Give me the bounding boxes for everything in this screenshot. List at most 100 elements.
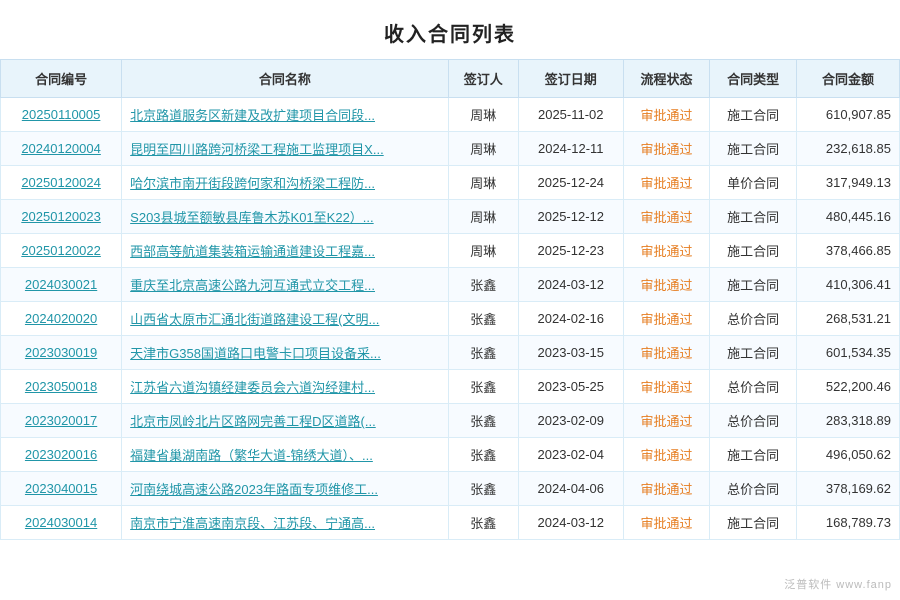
contract-status-cell: 审批通过 [623,132,710,166]
contract-amount-cell: 378,466.85 [796,234,899,268]
contract-signer-cell: 张鑫 [448,506,518,540]
table-row: 20250120023S203县城至额敏县库鲁木苏K01至K22）...周琳20… [1,200,900,234]
table-body: 20250110005北京路道服务区新建及改扩建项目合同段...周琳2025-1… [1,98,900,540]
contract-signer-cell: 张鑫 [448,472,518,506]
col-header-date: 签订日期 [518,60,623,98]
contract-signer-cell: 张鑫 [448,302,518,336]
contract-signer-cell: 周琳 [448,132,518,166]
col-header-type: 合同类型 [710,60,797,98]
contract-type-cell: 施工合同 [710,234,797,268]
contract-type-cell: 施工合同 [710,506,797,540]
col-header-signer: 签订人 [448,60,518,98]
contract-id-cell[interactable]: 2024020020 [1,302,122,336]
contract-date-cell: 2024-02-16 [518,302,623,336]
contract-id-cell[interactable]: 2023040015 [1,472,122,506]
table-row: 2023030019天津市G358国道路口电警卡口项目设备采...张鑫2023-… [1,336,900,370]
contract-name-cell[interactable]: 福建省巢湖南路（繁华大道-锦绣大道）、... [122,438,448,472]
contract-type-cell: 施工合同 [710,98,797,132]
contract-name-cell[interactable]: 西部高等航道集装箱运输通道建设工程嘉... [122,234,448,268]
contract-name-cell[interactable]: 昆明至四川路跨河桥梁工程施工监理项目X... [122,132,448,166]
table-row: 2023020016福建省巢湖南路（繁华大道-锦绣大道）、...张鑫2023-0… [1,438,900,472]
contract-name-cell[interactable]: S203县城至额敏县库鲁木苏K01至K22）... [122,200,448,234]
contract-date-cell: 2023-02-04 [518,438,623,472]
contract-id-cell[interactable]: 20250120022 [1,234,122,268]
contract-date-cell: 2025-11-02 [518,98,623,132]
contract-date-cell: 2024-03-12 [518,506,623,540]
contract-signer-cell: 张鑫 [448,438,518,472]
contract-name-cell[interactable]: 山西省太原市汇通北街道路建设工程(文明... [122,302,448,336]
contract-signer-cell: 张鑫 [448,404,518,438]
contract-id-cell[interactable]: 2023020017 [1,404,122,438]
contract-name-cell[interactable]: 江苏省六道沟镇经建委员会六道沟经建村... [122,370,448,404]
contract-status-cell: 审批通过 [623,336,710,370]
header-row: 合同编号 合同名称 签订人 签订日期 流程状态 合同类型 合同金额 [1,60,900,98]
contract-name-cell[interactable]: 天津市G358国道路口电警卡口项目设备采... [122,336,448,370]
contract-status-cell: 审批通过 [623,166,710,200]
table-row: 20250110005北京路道服务区新建及改扩建项目合同段...周琳2025-1… [1,98,900,132]
contract-status-cell: 审批通过 [623,200,710,234]
contract-amount-cell: 496,050.62 [796,438,899,472]
contract-type-cell: 总价合同 [710,404,797,438]
table-row: 2023050018江苏省六道沟镇经建委员会六道沟经建村...张鑫2023-05… [1,370,900,404]
contract-id-cell[interactable]: 2023030019 [1,336,122,370]
contract-status-cell: 审批通过 [623,404,710,438]
contract-type-cell: 施工合同 [710,438,797,472]
contract-table: 合同编号 合同名称 签订人 签订日期 流程状态 合同类型 合同金额 202501… [0,59,900,540]
contract-date-cell: 2025-12-12 [518,200,623,234]
page-title-wrap: 收入合同列表 [0,0,900,59]
contract-status-cell: 审批通过 [623,268,710,302]
contract-amount-cell: 601,534.35 [796,336,899,370]
contract-type-cell: 总价合同 [710,370,797,404]
contract-signer-cell: 张鑫 [448,370,518,404]
contract-id-cell[interactable]: 20250120023 [1,200,122,234]
table-row: 20240120004昆明至四川路跨河桥梁工程施工监理项目X...周琳2024-… [1,132,900,166]
contract-date-cell: 2025-12-23 [518,234,623,268]
table-header: 合同编号 合同名称 签订人 签订日期 流程状态 合同类型 合同金额 [1,60,900,98]
contract-signer-cell: 周琳 [448,98,518,132]
contract-date-cell: 2024-04-06 [518,472,623,506]
contract-name-cell[interactable]: 河南绕城高速公路2023年路面专项维修工... [122,472,448,506]
contract-id-cell[interactable]: 20250110005 [1,98,122,132]
contract-type-cell: 施工合同 [710,336,797,370]
contract-id-cell[interactable]: 2024030021 [1,268,122,302]
contract-type-cell: 总价合同 [710,302,797,336]
contract-amount-cell: 283,318.89 [796,404,899,438]
contract-name-cell[interactable]: 南京市宁淮高速南京段、江苏段、宁通高... [122,506,448,540]
contract-id-cell[interactable]: 20240120004 [1,132,122,166]
contract-type-cell: 单价合同 [710,166,797,200]
contract-amount-cell: 378,169.62 [796,472,899,506]
table-row: 2024020020山西省太原市汇通北街道路建设工程(文明...张鑫2024-0… [1,302,900,336]
contract-status-cell: 审批通过 [623,98,710,132]
contract-status-cell: 审批通过 [623,302,710,336]
contract-type-cell: 施工合同 [710,268,797,302]
contract-amount-cell: 522,200.46 [796,370,899,404]
contract-amount-cell: 317,949.13 [796,166,899,200]
contract-status-cell: 审批通过 [623,234,710,268]
contract-id-cell[interactable]: 2023020016 [1,438,122,472]
table-row: 2023020017北京市凤岭北片区路网完善工程D区道路(...张鑫2023-0… [1,404,900,438]
contract-status-cell: 审批通过 [623,472,710,506]
table-row: 20250120024哈尔滨市南开街段跨何家和沟桥梁工程防...周琳2025-1… [1,166,900,200]
contract-name-cell[interactable]: 北京路道服务区新建及改扩建项目合同段... [122,98,448,132]
contract-id-cell[interactable]: 20250120024 [1,166,122,200]
table-row: 2024030021重庆至北京高速公路九河互通式立交工程...张鑫2024-03… [1,268,900,302]
contract-date-cell: 2024-12-11 [518,132,623,166]
contract-id-cell[interactable]: 2023050018 [1,370,122,404]
contract-date-cell: 2023-02-09 [518,404,623,438]
contract-amount-cell: 232,618.85 [796,132,899,166]
contract-type-cell: 施工合同 [710,132,797,166]
contract-date-cell: 2025-12-24 [518,166,623,200]
contract-amount-cell: 168,789.73 [796,506,899,540]
contract-type-cell: 施工合同 [710,200,797,234]
contract-id-cell[interactable]: 2024030014 [1,506,122,540]
contract-signer-cell: 周琳 [448,166,518,200]
contract-amount-cell: 480,445.16 [796,200,899,234]
contract-name-cell[interactable]: 哈尔滨市南开街段跨何家和沟桥梁工程防... [122,166,448,200]
contract-name-cell[interactable]: 北京市凤岭北片区路网完善工程D区道路(... [122,404,448,438]
page-container: 收入合同列表 合同编号 合同名称 签订人 签订日期 流程状态 合同类型 合同金额… [0,0,900,600]
col-header-id: 合同编号 [1,60,122,98]
contract-status-cell: 审批通过 [623,370,710,404]
col-header-amount: 合同金额 [796,60,899,98]
contract-name-cell[interactable]: 重庆至北京高速公路九河互通式立交工程... [122,268,448,302]
page-title: 收入合同列表 [384,24,516,46]
